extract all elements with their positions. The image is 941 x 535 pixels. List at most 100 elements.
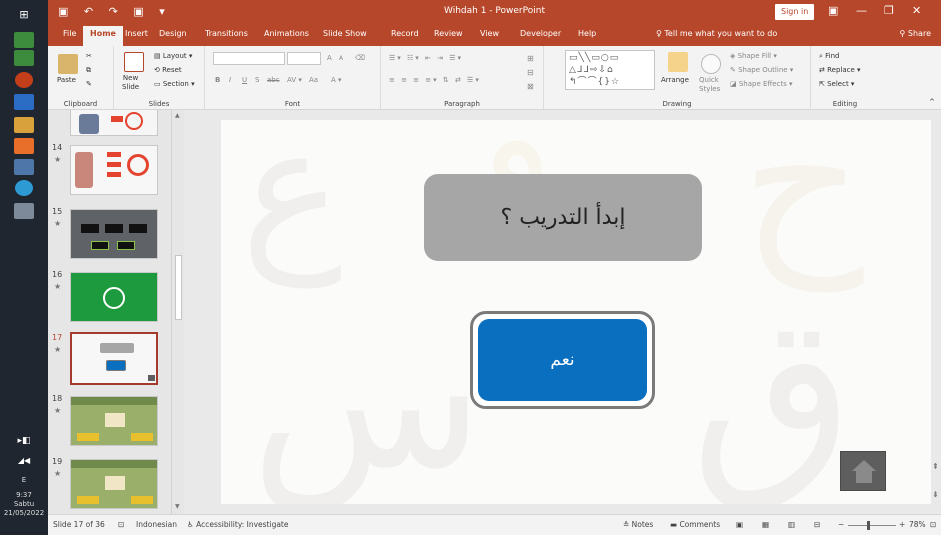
replace-button[interactable]: ⇄ Replace ▾	[819, 66, 861, 74]
paste-button[interactable]: Paste	[57, 76, 76, 84]
current-slide[interactable]: ع ح س ق و إبدأ التدريب ؟ نعم	[221, 120, 931, 504]
slide-thumbnail-14[interactable]	[70, 145, 158, 195]
select-button[interactable]: ⇱ Select ▾	[819, 80, 854, 88]
close-button[interactable]: ✕	[912, 4, 921, 17]
tab-design[interactable]: Design	[159, 29, 187, 38]
slide-thumbnail-15[interactable]	[70, 209, 158, 259]
arrange-icon[interactable]	[668, 52, 688, 72]
shape-fill-button[interactable]: ◈ Shape Fill ▾	[730, 52, 777, 60]
find-button[interactable]: ⌕ Find	[819, 52, 840, 61]
collapse-ribbon-icon[interactable]: ^	[929, 98, 935, 106]
edge-icon[interactable]	[15, 180, 33, 196]
spelling-check-icon[interactable]: ⊡	[118, 520, 124, 529]
char-spacing-icon[interactable]: AV ▾	[287, 76, 302, 84]
clock-date[interactable]: 21/05/2022	[0, 509, 48, 518]
tab-record[interactable]: Record	[391, 29, 419, 38]
app-icon-blue[interactable]	[14, 159, 34, 175]
italic-button[interactable]: I	[229, 76, 231, 84]
tab-animations[interactable]: Animations	[264, 29, 309, 38]
new-slide-icon[interactable]	[124, 52, 144, 72]
paste-icon[interactable]	[58, 54, 78, 74]
shrink-font-button[interactable]: A	[339, 55, 343, 62]
cut-icon[interactable]: ✂	[86, 52, 92, 60]
home-button[interactable]	[840, 451, 886, 491]
zoom-out-button[interactable]: −	[838, 520, 844, 529]
bold-button[interactable]: B	[215, 76, 220, 84]
notes-button[interactable]: ≙ Notes	[623, 520, 653, 529]
quick-styles-icon[interactable]	[701, 54, 721, 74]
scrollbar-thumb[interactable]	[175, 255, 182, 320]
scroll-up-icon[interactable]: ▲	[175, 112, 180, 119]
slide-sorter-icon[interactable]: ▦	[762, 520, 769, 529]
arrange-button[interactable]: Arrange	[661, 76, 689, 84]
tab-developer[interactable]: Developer	[520, 29, 561, 38]
scroll-down-icon[interactable]: ▼	[175, 503, 180, 510]
zoom-slider[interactable]	[848, 525, 896, 526]
normal-view-icon[interactable]: ▣	[736, 520, 743, 529]
slide-thumbnail-13[interactable]	[70, 110, 158, 136]
copy-icon[interactable]: ⧉	[86, 66, 91, 75]
font-name-dropdown[interactable]	[213, 52, 285, 65]
section-button[interactable]: ▭ Section ▾	[154, 80, 195, 88]
font-color-icon[interactable]: A ▾	[331, 76, 342, 84]
shadow-button[interactable]: S	[255, 76, 259, 84]
tab-file[interactable]: File	[63, 29, 76, 38]
format-painter-icon[interactable]: ✎	[86, 80, 92, 88]
slideshow-view-icon[interactable]: ⊟	[814, 520, 820, 529]
yes-button-frame[interactable]: نعم	[470, 311, 655, 409]
restore-button[interactable]: ❐	[884, 4, 894, 17]
thumbnail-scrollbar[interactable]: ▲ ▼	[171, 110, 184, 514]
ribbon-display-options-icon[interactable]: ▣	[828, 4, 838, 17]
grow-font-button[interactable]: A	[327, 54, 332, 62]
tab-view[interactable]: View	[480, 29, 499, 38]
clock-time[interactable]: 9:37	[0, 491, 48, 500]
change-case-button[interactable]: Aa	[309, 76, 318, 84]
strikethrough-button[interactable]: abc	[267, 76, 280, 84]
clock-day[interactable]: Sabtu	[0, 500, 48, 509]
underline-button[interactable]: U	[242, 76, 247, 84]
reset-button[interactable]: ⟲ Reset	[154, 66, 182, 74]
yes-button[interactable]: نعم	[478, 319, 647, 401]
text-direction-icon[interactable]: ⊞ ⊟ ⊠	[527, 52, 534, 94]
app-icon-orange[interactable]	[14, 138, 34, 154]
zoom-level[interactable]: 78%	[909, 520, 926, 529]
zoom-in-button[interactable]: +	[899, 520, 905, 529]
next-slide-icon[interactable]: ⇟	[932, 490, 939, 499]
tab-home[interactable]: Home	[83, 26, 123, 46]
word-icon[interactable]	[14, 94, 34, 110]
slide-thumbnail-19[interactable]	[70, 459, 158, 509]
excel-icon[interactable]	[14, 50, 34, 66]
layout-button[interactable]: ▤ Layout ▾	[154, 52, 192, 60]
tab-help[interactable]: Help	[578, 29, 596, 38]
slide-thumbnail-16[interactable]	[70, 272, 158, 322]
clear-formatting-icon[interactable]: ⌫	[355, 54, 365, 62]
windows-start-icon[interactable]: ⊞	[14, 6, 34, 22]
share-button[interactable]: ⚲ Share	[900, 29, 932, 38]
app-icon-gray[interactable]	[14, 203, 34, 219]
tab-transitions[interactable]: Transitions	[205, 29, 248, 38]
reading-view-icon[interactable]: ▥	[788, 520, 795, 529]
app-icon-green[interactable]	[14, 32, 34, 48]
slide-thumbnail-18[interactable]	[70, 396, 158, 446]
font-size-dropdown[interactable]	[287, 52, 321, 65]
shape-effects-button[interactable]: ◪ Shape Effects ▾	[730, 80, 793, 88]
slide-thumbnail-17-selected[interactable]	[70, 332, 158, 385]
align-icon[interactable]: ≡ ≡ ≡ ≡▾ ⇅ ⇄ ☰▾	[389, 76, 481, 84]
sign-in-button[interactable]: Sign in	[775, 4, 815, 20]
accessibility-checker[interactable]: ♿ Accessibility: Investigate	[187, 520, 289, 529]
tab-slide-show[interactable]: Slide Show	[323, 29, 367, 38]
tab-review[interactable]: Review	[434, 29, 463, 38]
chrome-icon[interactable]	[15, 72, 33, 88]
comments-button[interactable]: ▬ Comments	[670, 520, 720, 529]
folder-icon[interactable]	[14, 117, 34, 133]
language-indicator[interactable]: Indonesian	[136, 520, 177, 529]
tab-insert[interactable]: Insert	[125, 29, 148, 38]
network-icon[interactable]: ▸◧	[14, 433, 34, 449]
fit-to-window-icon[interactable]: ⊡	[930, 520, 936, 529]
shape-outline-button[interactable]: ✎ Shape Outline ▾	[730, 66, 793, 74]
quick-styles-button[interactable]: Quick Styles	[699, 76, 720, 94]
volume-icon[interactable]: ◢◀	[14, 452, 34, 468]
bullets-icon[interactable]: ☰▾ ☷▾ ⇤ ⇥ ☰▾	[389, 54, 463, 62]
zoom-slider-thumb[interactable]	[867, 521, 870, 530]
new-slide-button[interactable]: New Slide	[122, 74, 139, 92]
